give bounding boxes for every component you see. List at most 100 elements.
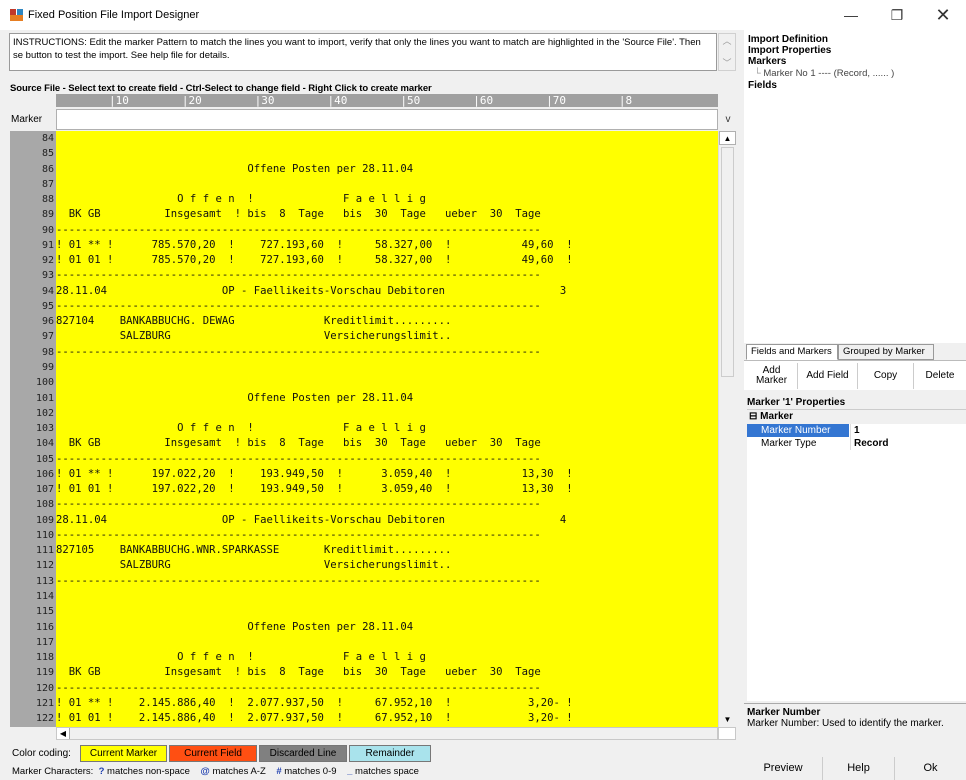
source-line[interactable] bbox=[56, 375, 718, 390]
scroll-left-icon[interactable]: ◀ bbox=[57, 728, 70, 739]
instructions-scrollbar[interactable]: ︿ ﹀ bbox=[718, 33, 736, 71]
source-line-text: Offene Posten per 28.11.04 bbox=[56, 620, 414, 633]
source-vertical-scrollbar[interactable]: ▲ ▼ bbox=[718, 131, 736, 727]
source-line[interactable]: Offene Posten per 28.11.04 bbox=[56, 620, 718, 635]
line-number: 97 bbox=[10, 329, 56, 344]
source-line[interactable] bbox=[56, 131, 718, 146]
line-number: 91 bbox=[10, 238, 56, 253]
source-line[interactable]: BK GB Insgesamt ! bis 8 Tage bis 30 Tage… bbox=[56, 436, 718, 451]
help-button[interactable]: Help bbox=[822, 757, 894, 780]
scroll-up-icon[interactable]: ▲ bbox=[719, 131, 736, 145]
import-definition-tree[interactable]: Import Definition Import Properties Mark… bbox=[744, 30, 966, 343]
tab-grouped-by-marker[interactable]: Grouped by Marker bbox=[838, 344, 934, 360]
source-line[interactable] bbox=[56, 360, 718, 375]
chevron-down-icon[interactable]: ﹀ bbox=[722, 58, 732, 68]
line-number: 84 bbox=[10, 131, 56, 146]
ok-button[interactable]: Ok bbox=[894, 757, 966, 780]
marker-dropdown-button[interactable]: v bbox=[720, 109, 736, 130]
source-line-text: 28.11.04 OP - Faellikeits-Vorschau Debit… bbox=[56, 284, 567, 297]
source-line[interactable]: ! 01 01 ! 2.145.886,40 ! 2.077.937,50 ! … bbox=[56, 711, 718, 726]
source-line[interactable]: SALZBURG Versicherungslimit.. bbox=[56, 558, 718, 573]
source-line[interactable]: ----------------------------------------… bbox=[56, 345, 718, 360]
property-value[interactable]: 1 bbox=[850, 424, 966, 437]
source-line[interactable]: ----------------------------------------… bbox=[56, 268, 718, 283]
source-line[interactable]: ----------------------------------------… bbox=[56, 574, 718, 589]
source-line[interactable]: ! 01 01 ! 785.570,20 ! 727.193,60 ! 58.3… bbox=[56, 253, 718, 268]
line-number-text: 109 bbox=[35, 514, 54, 526]
source-line[interactable]: ! 01 ** ! 785.570,20 ! 727.193,60 ! 58.3… bbox=[56, 238, 718, 253]
source-line[interactable] bbox=[56, 177, 718, 192]
source-line[interactable]: ! 01 01 ! 197.022,20 ! 193.949,50 ! 3.05… bbox=[56, 482, 718, 497]
source-horizontal-scrollbar[interactable]: ◀ bbox=[56, 727, 718, 740]
source-line[interactable]: 827104 BANKABBUCHG. DEWAG Kreditlimit...… bbox=[56, 314, 718, 329]
source-line[interactable]: ! 01 ** ! 2.145.886,40 ! 2.077.937,50 ! … bbox=[56, 696, 718, 711]
collapse-icon[interactable]: ⊟ bbox=[749, 411, 757, 422]
source-line[interactable]: ----------------------------------------… bbox=[56, 452, 718, 467]
source-line-text: O f f e n ! F a e l l i g bbox=[56, 422, 426, 435]
marker-label: Marker bbox=[8, 109, 56, 130]
source-line-text: ! 01 ** ! 785.570,20 ! 727.193,60 ! 58.3… bbox=[56, 238, 573, 251]
chevron-up-icon[interactable]: ︿ bbox=[722, 36, 732, 46]
source-line[interactable] bbox=[56, 406, 718, 421]
source-line-text: BK GB Insgesamt ! bis 8 Tage bis 30 Tage… bbox=[56, 437, 541, 450]
line-number: 86 bbox=[10, 162, 56, 177]
source-line[interactable] bbox=[56, 635, 718, 650]
minimize-button[interactable]: — bbox=[828, 0, 874, 30]
scroll-thumb[interactable] bbox=[721, 147, 734, 377]
copy-button[interactable]: Copy bbox=[858, 363, 914, 389]
close-button[interactable]: ✕ bbox=[920, 0, 966, 30]
source-line[interactable]: O f f e n ! F a e l l i g bbox=[56, 192, 718, 207]
source-line-text: ----------------------------------------… bbox=[56, 269, 541, 282]
source-line[interactable]: ----------------------------------------… bbox=[56, 528, 718, 543]
line-number: 114 bbox=[10, 589, 56, 604]
preview-button[interactable]: Preview bbox=[744, 757, 822, 780]
source-line[interactable] bbox=[56, 604, 718, 619]
tree-marker-item[interactable]: └ Marker No 1 ---- (Record, ...... ) bbox=[748, 67, 966, 80]
source-line[interactable]: O f f e n ! F a e l l i g bbox=[56, 650, 718, 665]
property-row-marker-number[interactable]: Marker Number 1 bbox=[747, 424, 966, 437]
delete-button[interactable]: Delete bbox=[914, 363, 966, 389]
source-line[interactable]: O f f e n ! F a e l l i g bbox=[56, 421, 718, 436]
source-line[interactable]: ----------------------------------------… bbox=[56, 299, 718, 314]
line-number-text: 85 bbox=[41, 148, 54, 160]
source-line-text: 827104 BANKABBUCHG. DEWAG Kreditlimit...… bbox=[56, 315, 452, 328]
tree-import-properties[interactable]: Import Properties bbox=[748, 45, 966, 56]
line-number-text: 93 bbox=[41, 270, 54, 282]
line-number: 104 bbox=[10, 436, 56, 451]
add-field-button[interactable]: Add Field bbox=[798, 363, 858, 389]
maximize-button[interactable]: ❐ bbox=[874, 0, 920, 30]
source-line[interactable]: BK GB Insgesamt ! bis 8 Tage bis 30 Tage… bbox=[56, 665, 718, 680]
tree-fields[interactable]: Fields bbox=[748, 80, 966, 91]
source-line[interactable]: 28.11.04 OP - Faellikeits-Vorschau Debit… bbox=[56, 284, 718, 299]
tab-fields-and-markers[interactable]: Fields and Markers bbox=[746, 344, 838, 360]
source-line-text: ----------------------------------------… bbox=[56, 528, 541, 541]
source-line[interactable]: ! 01 ** ! 197.022,20 ! 193.949,50 ! 3.05… bbox=[56, 467, 718, 482]
source-line[interactable]: 827105 BANKABBUCHG.WNR.SPARKASSE Kreditl… bbox=[56, 543, 718, 558]
source-line[interactable] bbox=[56, 589, 718, 604]
scroll-down-icon[interactable]: ▼ bbox=[719, 713, 736, 727]
tree-markers[interactable]: Markers bbox=[748, 56, 966, 67]
source-line-text: ! 01 01 ! 197.022,20 ! 193.949,50 ! 3.05… bbox=[56, 483, 573, 496]
line-number-text: 119 bbox=[35, 667, 54, 679]
line-number-text: 91 bbox=[41, 239, 54, 251]
source-line[interactable]: ----------------------------------------… bbox=[56, 681, 718, 696]
property-grid[interactable]: ⊟ Marker Marker Number 1 Marker Type Rec… bbox=[747, 409, 966, 701]
source-line[interactable] bbox=[56, 146, 718, 161]
source-line[interactable]: ----------------------------------------… bbox=[56, 223, 718, 238]
source-line[interactable]: 28.11.04 OP - Faellikeits-Vorschau Debit… bbox=[56, 513, 718, 528]
add-marker-button[interactable]: Add Marker bbox=[746, 363, 798, 389]
line-number-text: 92 bbox=[41, 255, 54, 267]
line-number-text: 104 bbox=[35, 438, 54, 450]
property-category[interactable]: ⊟ Marker bbox=[747, 410, 966, 424]
source-line[interactable]: BK GB Insgesamt ! bis 8 Tage bis 30 Tage… bbox=[56, 207, 718, 222]
source-line[interactable]: SALZBURG Versicherungslimit.. bbox=[56, 329, 718, 344]
source-line[interactable]: Offene Posten per 28.11.04 bbox=[56, 162, 718, 177]
source-line[interactable]: ----------------------------------------… bbox=[56, 497, 718, 512]
property-row-marker-type[interactable]: Marker Type Record bbox=[747, 437, 966, 450]
marker-pattern-input[interactable] bbox=[56, 109, 718, 130]
source-file-view[interactable]: Offene Posten per 28.11.04 O f f e n ! F… bbox=[56, 131, 718, 727]
property-category-label: Marker bbox=[760, 411, 793, 422]
tree-import-definition[interactable]: Import Definition bbox=[748, 34, 966, 45]
source-line[interactable]: Offene Posten per 28.11.04 bbox=[56, 391, 718, 406]
property-value[interactable]: Record bbox=[850, 437, 966, 450]
